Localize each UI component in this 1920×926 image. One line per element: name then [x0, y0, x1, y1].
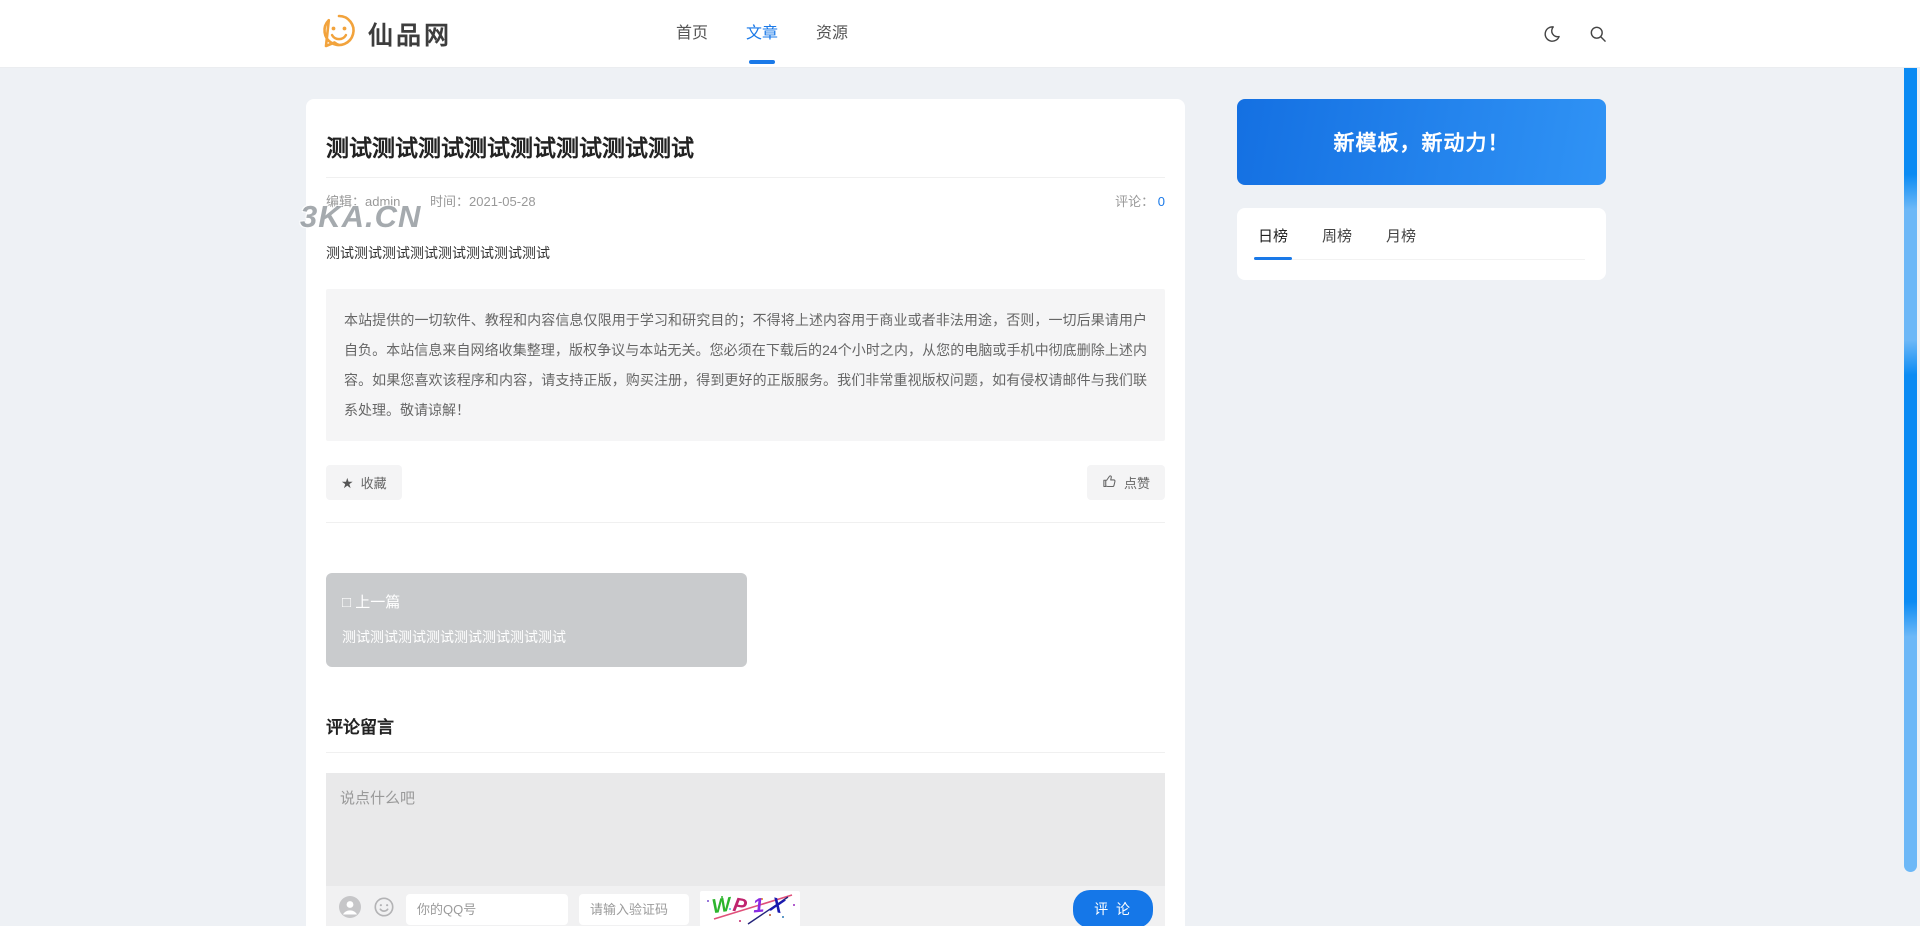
- favorite-label: 收藏: [361, 473, 387, 492]
- captcha-image[interactable]: W P 1 X: [700, 891, 800, 926]
- main-nav: 首页 文章 资源: [676, 0, 848, 68]
- comments-count: 0: [1158, 194, 1165, 209]
- avatar: [338, 895, 362, 924]
- qq-number-input[interactable]: [406, 894, 568, 925]
- site-name: 仙品网: [368, 16, 452, 52]
- comment-form: W P 1 X 评 论: [326, 773, 1165, 926]
- page-scrollbar[interactable]: [1904, 0, 1917, 872]
- article-actions: ★ 收藏 点赞: [326, 465, 1165, 500]
- favorite-button[interactable]: ★ 收藏: [326, 465, 402, 500]
- editor-label: 编辑：admin: [326, 194, 400, 209]
- comment-textarea[interactable]: [326, 773, 1165, 886]
- article-card: 3KA.CN 测试测试测试测试测试测试测试测试 编辑：admin 时间：2021…: [306, 99, 1185, 926]
- tab-monthly-rank[interactable]: 月榜: [1386, 225, 1416, 259]
- placeholder-box-icon: □: [342, 594, 351, 611]
- article-meta-left: 编辑：admin 时间：2021-05-28: [326, 191, 562, 210]
- captcha-input[interactable]: [579, 894, 689, 925]
- site-logo[interactable]: 仙品网: [318, 0, 452, 68]
- search-icon[interactable]: [1588, 24, 1608, 44]
- top-navbar: 仙品网 首页 文章 资源: [0, 0, 1920, 68]
- nav-item-articles[interactable]: 文章: [746, 0, 778, 68]
- time-label: 时间：2021-05-28: [430, 194, 536, 209]
- nav-label: 文章: [746, 25, 778, 42]
- tab-weekly-rank[interactable]: 周榜: [1322, 225, 1352, 259]
- ranking-tabs: 日榜 周榜 月榜: [1258, 225, 1585, 260]
- header-icons: [1542, 0, 1608, 68]
- previous-article-card[interactable]: □ 上一篇 测试测试测试测试测试测试测试测试: [326, 573, 747, 667]
- article-meta-comments: 评论： 0: [1115, 191, 1165, 210]
- sidebar-promo-banner[interactable]: 新模板，新动力！: [1237, 99, 1606, 185]
- page: 仙品网 首页 文章 资源: [0, 0, 1920, 926]
- emoji-picker-icon[interactable]: [373, 896, 395, 923]
- nav-label: 首页: [676, 25, 708, 42]
- article-body: 测试测试测试测试测试测试测试测试: [326, 243, 1165, 263]
- article-title: 测试测试测试测试测试测试测试测试: [326, 99, 1165, 163]
- nav-item-home[interactable]: 首页: [676, 0, 708, 68]
- captcha-letter: W: [710, 894, 732, 919]
- active-nav-underline: [749, 60, 775, 64]
- previous-article-label: □ 上一篇: [342, 591, 731, 612]
- nav-label: 资源: [816, 25, 848, 42]
- article-meta: 编辑：admin 时间：2021-05-28 评论： 0: [326, 178, 1165, 223]
- like-button[interactable]: 点赞: [1087, 465, 1165, 500]
- tab-daily-rank[interactable]: 日榜: [1258, 225, 1288, 259]
- captcha-letter: 1: [752, 895, 765, 919]
- prev-label-text: 上一篇: [355, 594, 400, 611]
- nav-item-resources[interactable]: 资源: [816, 0, 848, 68]
- previous-article-title: 测试测试测试测试测试测试测试测试: [342, 627, 731, 647]
- comment-toolbar: W P 1 X 评 论: [326, 886, 1165, 926]
- comments-label: 评论：: [1115, 194, 1154, 209]
- like-label: 点赞: [1124, 473, 1150, 492]
- thumbs-up-icon: [1102, 474, 1117, 492]
- dark-mode-moon-icon[interactable]: [1542, 24, 1562, 44]
- divider: [326, 522, 1165, 523]
- smiley-bubble-logo-icon: [318, 11, 360, 58]
- submit-comment-button[interactable]: 评 论: [1073, 890, 1153, 926]
- disclaimer-box: 本站提供的一切软件、教程和内容信息仅限用于学习和研究目的；不得将上述内容用于商业…: [326, 289, 1165, 441]
- comments-heading: 评论留言: [326, 713, 1165, 753]
- star-icon: ★: [341, 476, 354, 490]
- banner-text: 新模板，新动力！: [1334, 127, 1510, 157]
- ranking-card: 日榜 周榜 月榜: [1237, 208, 1606, 280]
